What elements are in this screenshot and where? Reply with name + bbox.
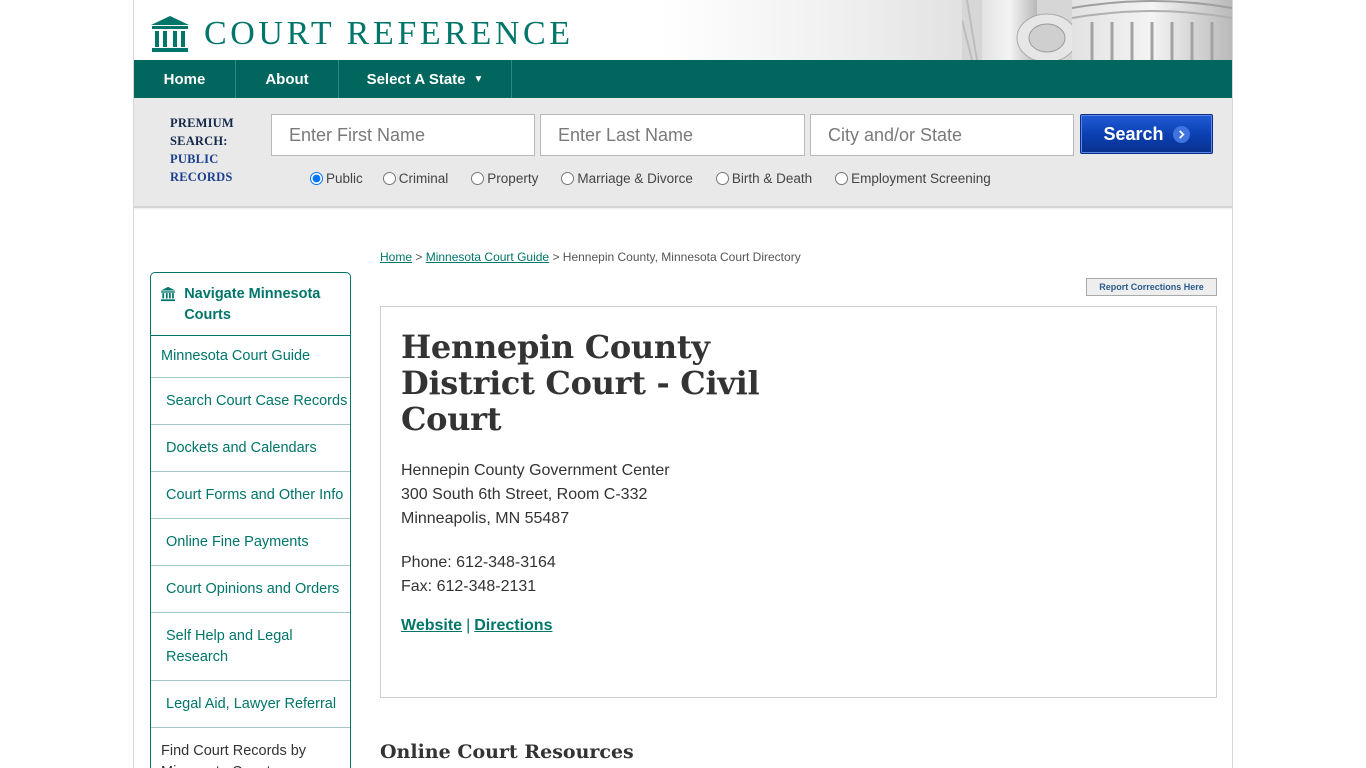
sidebar-heading-text: Navigate Minnesota Courts <box>184 286 321 323</box>
premium-label-line2: SEARCH: <box>170 134 228 148</box>
radio-marriage-divorce-label: Marriage & Divorce <box>577 171 693 186</box>
last-name-input[interactable] <box>540 114 805 156</box>
premium-label-line1: PREMIUM <box>170 116 234 130</box>
chevron-right-icon <box>1172 125 1190 143</box>
report-corrections-button[interactable]: Report Corrections Here <box>1086 278 1217 296</box>
nav-select-state-label: Select A State <box>366 70 466 88</box>
court-address: Hennepin County Government Center 300 So… <box>401 459 670 531</box>
online-resources-heading: Online Court Resources <box>380 741 634 763</box>
sidebar-item-legal-aid[interactable]: Legal Aid, Lawyer Referral <box>151 681 350 728</box>
radio-employment-screening-input[interactable] <box>835 172 849 185</box>
nav-home[interactable]: Home <box>134 60 236 98</box>
first-name-input[interactable] <box>271 114 535 156</box>
breadcrumb: Home > Minnesota Court Guide > Hennepin … <box>380 250 801 264</box>
court-links: Website | Directions <box>401 617 552 635</box>
radio-marriage-divorce[interactable]: Marriage & Divorce <box>561 171 693 186</box>
nav-about-label: About <box>265 70 309 88</box>
nav-about[interactable]: About <box>236 60 339 98</box>
premium-search-label: PREMIUM SEARCH: PUBLIC RECORDS <box>170 114 234 186</box>
column-capital-image <box>962 0 1232 60</box>
breadcrumb-separator: > <box>549 250 563 264</box>
court-title: Hennepin County District Court - Civil C… <box>401 328 760 438</box>
radio-public-label: Public <box>326 171 363 186</box>
radio-birth-death-input[interactable] <box>715 172 729 185</box>
premium-label-line3: PUBLIC <box>170 152 219 166</box>
court-fax: Fax: 612-348-2131 <box>401 578 537 595</box>
court-contact: Phone: 612-348-3164 Fax: 612-348-2131 <box>401 551 556 599</box>
nav-select-state[interactable]: Select A State ▼ <box>339 60 512 98</box>
nav-home-label: Home <box>163 70 206 88</box>
premium-label-line4: RECORDS <box>170 170 233 184</box>
link-separator: | <box>466 617 471 634</box>
sidebar-item-fine-payments[interactable]: Online Fine Payments <box>151 519 350 566</box>
search-type-options: Public Criminal Property Marriage & Divo… <box>310 171 991 186</box>
sidebar-item-find-records[interactable]: Find Court Records by Minnesota County <box>151 728 350 768</box>
caret-down-icon: ▼ <box>473 73 484 85</box>
logo-text: COURT REFERENCE <box>204 15 574 52</box>
sidebar-heading: Navigate Minnesota Courts <box>151 273 350 336</box>
courthouse-icon <box>151 16 189 52</box>
premium-search-bar: PREMIUM SEARCH: PUBLIC RECORDS Search Pu… <box>134 98 1232 208</box>
address-line: 300 South 6th Street, Room C-332 <box>401 486 648 503</box>
sidebar-item-search-records[interactable]: Search Court Case Records <box>151 378 350 425</box>
court-info-card: Hennepin County District Court - Civil C… <box>380 306 1217 698</box>
page-container: COURT REFERENCE Home About Select A Stat… <box>133 0 1233 768</box>
search-button[interactable]: Search <box>1080 114 1213 154</box>
search-button-label: Search <box>1103 123 1164 144</box>
directions-link[interactable]: Directions <box>474 617 552 634</box>
radio-marriage-divorce-input[interactable] <box>561 172 575 185</box>
main-nav: Home About Select A State ▼ <box>134 60 1232 98</box>
radio-property-input[interactable] <box>471 172 485 185</box>
sidebar-item-court-forms[interactable]: Court Forms and Other Info <box>151 472 350 519</box>
breadcrumb-court-guide[interactable]: Minnesota Court Guide <box>426 250 549 264</box>
sidebar-item-court-guide[interactable]: Minnesota Court Guide <box>151 336 350 378</box>
site-header: COURT REFERENCE <box>134 0 1232 60</box>
radio-property-label: Property <box>487 171 539 186</box>
radio-criminal-input[interactable] <box>382 172 396 185</box>
radio-public[interactable]: Public <box>310 171 363 186</box>
courthouse-icon <box>161 286 176 302</box>
city-state-input[interactable] <box>810 114 1074 156</box>
radio-public-input[interactable] <box>310 172 323 185</box>
site-logo[interactable]: COURT REFERENCE <box>150 14 574 54</box>
sidebar-item-self-help[interactable]: Self Help and Legal Research <box>151 613 350 681</box>
sidebar-item-opinions[interactable]: Court Opinions and Orders <box>151 566 350 613</box>
breadcrumb-home[interactable]: Home <box>380 250 412 264</box>
radio-birth-death[interactable]: Birth & Death <box>715 171 813 186</box>
sidebar-nav: Navigate Minnesota Courts Minnesota Cour… <box>150 272 351 768</box>
address-line: Hennepin County Government Center <box>401 462 670 479</box>
radio-employment-screening-label: Employment Screening <box>851 171 991 186</box>
court-phone: Phone: 612-348-3164 <box>401 554 556 571</box>
breadcrumb-separator: > <box>412 250 426 264</box>
sidebar-item-dockets[interactable]: Dockets and Calendars <box>151 425 350 472</box>
radio-property[interactable]: Property <box>471 171 538 186</box>
address-line: Minneapolis, MN 55487 <box>401 510 570 527</box>
radio-criminal-label: Criminal <box>398 171 449 186</box>
radio-criminal[interactable]: Criminal <box>382 171 449 186</box>
radio-employment-screening[interactable]: Employment Screening <box>835 171 991 186</box>
breadcrumb-current: Hennepin County, Minnesota Court Directo… <box>562 250 801 264</box>
radio-birth-death-label: Birth & Death <box>731 171 813 186</box>
website-link[interactable]: Website <box>401 617 462 634</box>
